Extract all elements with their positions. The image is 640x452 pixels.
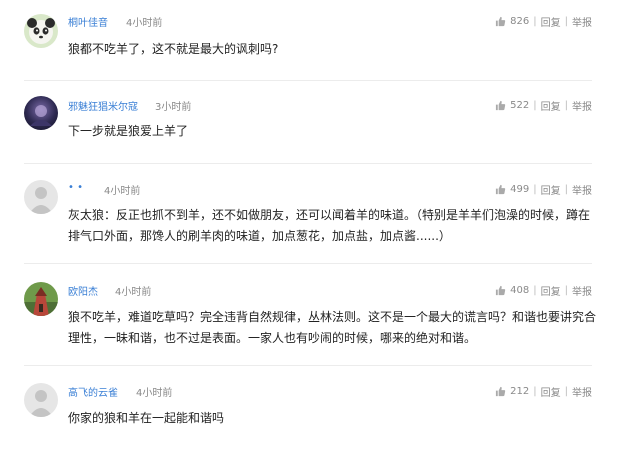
- comment-text: 狼不吃羊，难道吃草吗？完全违背自然规律，丛林法则。这不是一个最大的谎言吗？和谐也…: [68, 307, 596, 349]
- comment-line: 狼都不吃羊了，这不就是最大的讽刺吗?: [68, 42, 279, 56]
- separator: |: [564, 16, 568, 27]
- separator: |: [533, 386, 537, 397]
- comment-list: 桐叶佳音 4小时前 826 | 回复 | 举报 狼都不吃羊了，这不就是最大的讽刺…: [0, 0, 640, 452]
- report-button[interactable]: 举报: [572, 14, 592, 29]
- divider: [24, 80, 592, 81]
- timestamp: 3小时前: [155, 102, 192, 113]
- comment-text: 灰太狼：反正也抓不到羊，还不如做朋友，还可以闻着羊的味道。（特别是羊羊们泡澡的时…: [68, 205, 596, 247]
- timestamp: 4小时前: [136, 388, 173, 399]
- comment-actions: 499 | 回复 | 举报: [495, 182, 592, 197]
- avatar[interactable]: [24, 96, 58, 130]
- comment-text: 狼都不吃羊了，这不就是最大的讽刺吗?: [68, 39, 596, 60]
- comment-line: 你家的狼和羊在一起能和谐吗: [68, 411, 225, 425]
- like-count[interactable]: 212: [510, 386, 529, 397]
- comment-line: 排气口外面，那馋人的刷羊肉的味道，加点葱花，加点盐，加点酱......）: [68, 229, 451, 243]
- report-button[interactable]: 举报: [572, 98, 592, 113]
- separator: |: [533, 285, 537, 296]
- comment-actions: 522 | 回复 | 举报: [495, 98, 592, 113]
- avatar[interactable]: [24, 180, 58, 214]
- reply-button[interactable]: 回复: [541, 98, 561, 113]
- comment-line: 下一步就是狼爱上羊了: [68, 124, 189, 138]
- separator: |: [564, 386, 568, 397]
- comment-line: 狼不吃羊，难道吃草吗？完全违背自然规律，丛林法则。这不是一个最大的谎言吗？和谐也…: [68, 310, 597, 324]
- avatar[interactable]: [24, 14, 58, 48]
- divider: [24, 365, 592, 366]
- username[interactable]: 邪魅狂猖米尔寇: [68, 98, 138, 113]
- timestamp: 4小时前: [115, 287, 152, 298]
- username[interactable]: 桐叶佳音: [68, 14, 108, 29]
- separator: |: [564, 285, 568, 296]
- comment-actions: 408 | 回复 | 举报: [495, 283, 592, 298]
- reply-button[interactable]: 回复: [541, 14, 561, 29]
- report-button[interactable]: 举报: [572, 182, 592, 197]
- comment-text: 你家的狼和羊在一起能和谐吗: [68, 408, 596, 429]
- report-button[interactable]: 举报: [572, 283, 592, 298]
- separator: |: [533, 184, 537, 195]
- reply-button[interactable]: 回复: [541, 182, 561, 197]
- username[interactable]: • •: [68, 182, 83, 193]
- avatar[interactable]: [24, 282, 58, 316]
- thumbs-up-icon[interactable]: [495, 184, 506, 195]
- reply-button[interactable]: 回复: [541, 283, 561, 298]
- thumbs-up-icon[interactable]: [495, 386, 506, 397]
- separator: |: [564, 100, 568, 111]
- timestamp: 4小时前: [104, 186, 141, 197]
- username[interactable]: 高飞的云雀: [68, 384, 118, 399]
- comment-line: 理性，一昧和谐，也不过是表面。一家人也有吵闹的时候，哪来的绝对和谐。: [68, 331, 477, 345]
- like-count[interactable]: 408: [510, 285, 529, 296]
- timestamp: 4小时前: [126, 18, 163, 29]
- thumbs-up-icon[interactable]: [495, 100, 506, 111]
- comment-actions: 826 | 回复 | 举报: [495, 14, 592, 29]
- separator: |: [564, 184, 568, 195]
- separator: |: [533, 100, 537, 111]
- like-count[interactable]: 522: [510, 100, 529, 111]
- username[interactable]: 欧阳杰: [68, 283, 98, 298]
- divider: [24, 163, 592, 164]
- like-count[interactable]: 826: [510, 16, 529, 27]
- reply-button[interactable]: 回复: [541, 384, 561, 399]
- separator: |: [533, 16, 537, 27]
- thumbs-up-icon[interactable]: [495, 285, 506, 296]
- comment-text: 下一步就是狼爱上羊了: [68, 121, 596, 142]
- thumbs-up-icon[interactable]: [495, 16, 506, 27]
- divider: [24, 263, 592, 264]
- like-count[interactable]: 499: [510, 184, 529, 195]
- report-button[interactable]: 举报: [572, 384, 592, 399]
- avatar[interactable]: [24, 383, 58, 417]
- comment-line: 灰太狼：反正也抓不到羊，还不如做朋友，还可以闻着羊的味道。（特别是羊羊们泡澡的时…: [68, 208, 591, 222]
- comment-actions: 212 | 回复 | 举报: [495, 384, 592, 399]
